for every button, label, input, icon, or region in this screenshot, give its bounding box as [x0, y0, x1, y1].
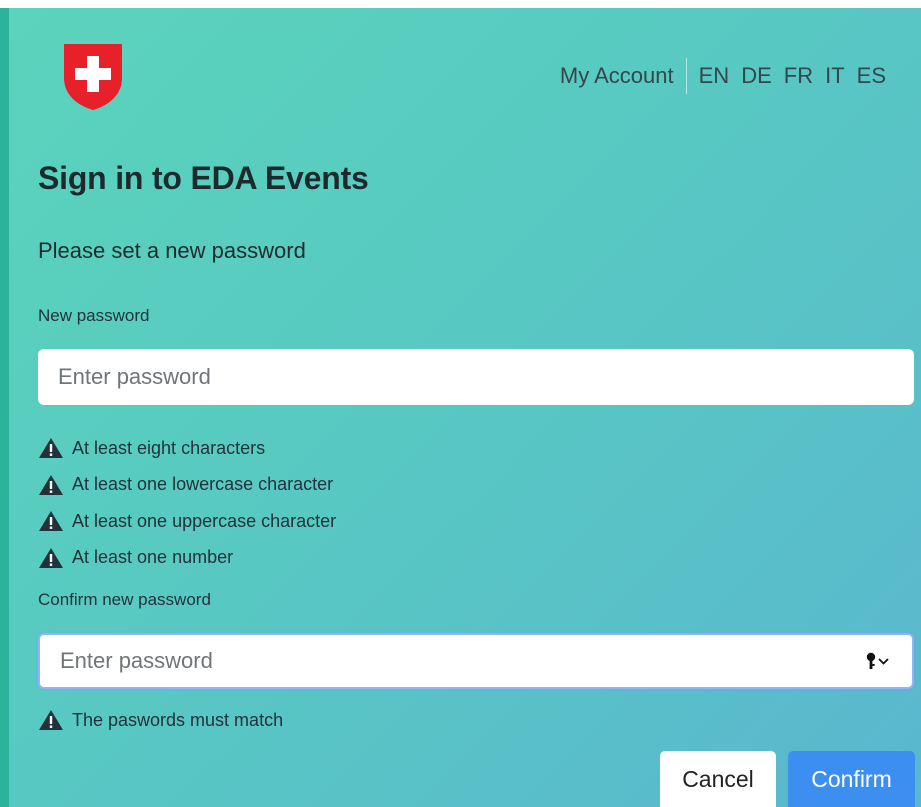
new-password-field-wrapper	[38, 349, 914, 405]
requirement-item: At least one uppercase character	[38, 503, 336, 540]
my-account-link[interactable]: My Account	[560, 58, 687, 94]
password-requirements-list: At least eight characters At least one l…	[38, 430, 336, 576]
requirement-item: At least one number	[38, 540, 336, 577]
cancel-button[interactable]: Cancel	[660, 751, 776, 807]
top-nav: My Account EN DE FR IT ES	[560, 58, 886, 94]
page-frame: My Account EN DE FR IT ES Sign in to EDA…	[0, 8, 921, 807]
page-title: Sign in to EDA Events	[38, 160, 369, 196]
requirement-item: At least eight characters	[38, 430, 336, 467]
requirement-item: At least one lowercase character	[38, 467, 336, 504]
warning-icon	[39, 511, 63, 532]
error-text: The paswords must match	[72, 709, 284, 730]
language-switcher: EN DE FR IT ES	[687, 58, 886, 94]
confirm-password-errors: The paswords must match	[38, 702, 283, 739]
error-item: The paswords must match	[38, 702, 283, 739]
requirement-text: At least eight characters	[72, 437, 266, 458]
requirement-text: At least one lowercase character	[72, 474, 334, 495]
confirm-button[interactable]: Confirm	[788, 751, 915, 807]
language-es[interactable]: ES	[857, 58, 886, 94]
new-password-input[interactable]	[38, 349, 914, 405]
requirement-text: At least one number	[72, 547, 234, 568]
language-en[interactable]: EN	[699, 58, 730, 94]
language-de[interactable]: DE	[741, 58, 772, 94]
confirm-password-input[interactable]	[40, 635, 858, 687]
new-password-label: New password	[38, 306, 150, 325]
page-subtitle: Please set a new password	[38, 238, 306, 263]
requirement-text: At least one uppercase character	[72, 510, 337, 531]
confirm-password-label: Confirm new password	[38, 590, 211, 609]
warning-icon	[39, 547, 63, 568]
language-it[interactable]: IT	[825, 58, 845, 94]
warning-icon	[39, 438, 63, 459]
warning-icon	[39, 474, 63, 495]
confirm-password-field-wrapper	[38, 633, 914, 689]
swiss-cross-shield-icon	[64, 44, 122, 110]
key-dropdown-icon[interactable]	[858, 646, 898, 676]
warning-icon	[39, 710, 63, 731]
language-fr[interactable]: FR	[784, 58, 813, 94]
